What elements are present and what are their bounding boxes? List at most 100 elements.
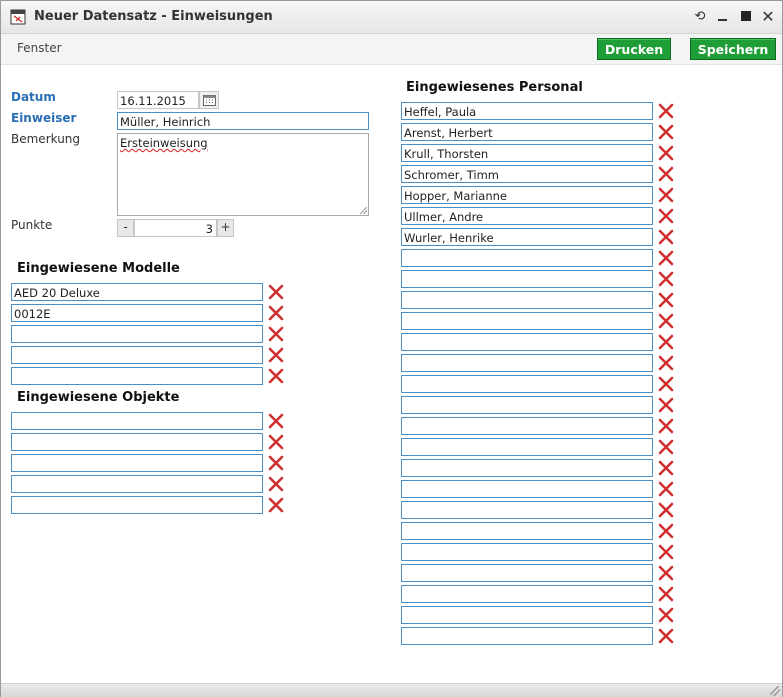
personal-field[interactable]: Schromer, Timm (401, 165, 653, 183)
delete-x-icon[interactable] (658, 376, 674, 392)
delete-x-icon[interactable] (658, 439, 674, 455)
datum-label: Datum (11, 90, 56, 104)
delete-x-icon[interactable] (658, 523, 674, 539)
personal-field[interactable] (401, 396, 653, 414)
delete-x-icon[interactable] (658, 229, 674, 245)
personal-field[interactable] (401, 249, 653, 267)
delete-x-icon[interactable] (658, 124, 674, 140)
delete-x-icon[interactable] (658, 418, 674, 434)
delete-x-icon[interactable] (658, 166, 674, 182)
delete-x-icon[interactable] (268, 434, 284, 450)
modell-field[interactable]: 0012E (11, 304, 263, 322)
delete-x-icon[interactable] (658, 628, 674, 644)
delete-x-icon[interactable] (658, 586, 674, 602)
delete-x-icon[interactable] (268, 413, 284, 429)
delete-x-icon[interactable] (268, 326, 284, 342)
delete-x-icon[interactable] (268, 368, 284, 384)
personal-field[interactable] (401, 543, 653, 561)
personal-field[interactable] (401, 480, 653, 498)
personal-field[interactable] (401, 438, 653, 456)
resize-handle[interactable] (360, 207, 367, 214)
objekt-field[interactable] (11, 475, 263, 493)
delete-x-icon[interactable] (658, 250, 674, 266)
delete-x-icon[interactable] (658, 481, 674, 497)
calendar-icon[interactable] (199, 91, 219, 109)
restore-icon[interactable]: ⟲ (691, 7, 709, 25)
einweiser-label: Einweiser (11, 111, 77, 125)
status-bar (1, 683, 782, 697)
personal-field[interactable] (401, 501, 653, 519)
datum-field[interactable]: 16.11.2015 (117, 91, 199, 109)
personal-field[interactable] (401, 522, 653, 540)
objekt-field[interactable] (11, 454, 263, 472)
modell-field[interactable]: AED 20 Deluxe (11, 283, 263, 301)
delete-x-icon[interactable] (658, 460, 674, 476)
bemerkung-text: Ersteinweisung (120, 136, 208, 150)
personal-field[interactable]: Heffel, Paula (401, 102, 653, 120)
personal-field[interactable] (401, 417, 653, 435)
delete-x-icon[interactable] (268, 497, 284, 513)
bemerkung-label: Bemerkung (11, 132, 81, 146)
personal-field[interactable]: Arenst, Herbert (401, 123, 653, 141)
einweiser-field[interactable]: Müller, Heinrich (117, 112, 369, 130)
personal-field[interactable]: Wurler, Henrike (401, 228, 653, 246)
personal-field[interactable] (401, 270, 653, 288)
punkte-increment-button[interactable]: + (217, 219, 234, 237)
minimize-icon[interactable] (713, 7, 731, 25)
punkte-field[interactable]: 3 (134, 219, 217, 237)
personal-field[interactable] (401, 606, 653, 624)
punkte-label: Punkte (11, 218, 53, 232)
bemerkung-textarea[interactable]: Ersteinweisung (117, 133, 369, 216)
personal-field[interactable] (401, 375, 653, 393)
modell-field[interactable] (11, 367, 263, 385)
objekt-field[interactable] (11, 412, 263, 430)
toolbar: Fenster Drucken Speichern (1, 34, 782, 65)
close-icon[interactable]: ✕ (759, 7, 777, 26)
delete-x-icon[interactable] (658, 271, 674, 287)
personal-heading: Eingewiesenes Personal (406, 80, 583, 95)
save-button[interactable]: Speichern (690, 38, 776, 60)
personal-field[interactable] (401, 354, 653, 372)
objekt-field[interactable] (11, 496, 263, 514)
delete-x-icon[interactable] (658, 355, 674, 371)
personal-field[interactable] (401, 564, 653, 582)
delete-x-icon[interactable] (658, 208, 674, 224)
punkte-decrement-button[interactable]: - (117, 219, 134, 237)
modell-field[interactable] (11, 346, 263, 364)
personal-field[interactable]: Krull, Thorsten (401, 144, 653, 162)
delete-x-icon[interactable] (268, 347, 284, 363)
personal-field[interactable] (401, 459, 653, 477)
menu-fenster[interactable]: Fenster (17, 41, 62, 55)
delete-x-icon[interactable] (658, 565, 674, 581)
title-bar: Neuer Datensatz - Einweisungen ⟲ ✕ (1, 1, 782, 34)
delete-x-icon[interactable] (658, 334, 674, 350)
delete-x-icon[interactable] (658, 187, 674, 203)
delete-x-icon[interactable] (658, 292, 674, 308)
personal-field[interactable] (401, 312, 653, 330)
delete-x-icon[interactable] (658, 145, 674, 161)
maximize-icon[interactable] (737, 7, 755, 25)
delete-x-icon[interactable] (658, 607, 674, 623)
print-button[interactable]: Drucken (597, 38, 671, 60)
personal-field[interactable] (401, 291, 653, 309)
modell-field[interactable] (11, 325, 263, 343)
personal-field[interactable]: Hopper, Marianne (401, 186, 653, 204)
app-window-icon (10, 9, 26, 25)
personal-field[interactable] (401, 627, 653, 645)
delete-x-icon[interactable] (268, 455, 284, 471)
delete-x-icon[interactable] (268, 284, 284, 300)
personal-field[interactable] (401, 333, 653, 351)
window-resize-grip[interactable] (770, 686, 780, 696)
delete-x-icon[interactable] (268, 476, 284, 492)
objekte-heading: Eingewiesene Objekte (17, 390, 180, 405)
delete-x-icon[interactable] (658, 397, 674, 413)
personal-field[interactable] (401, 585, 653, 603)
objekt-field[interactable] (11, 433, 263, 451)
delete-x-icon[interactable] (658, 544, 674, 560)
delete-x-icon[interactable] (658, 313, 674, 329)
delete-x-icon[interactable] (658, 103, 674, 119)
modelle-heading: Eingewiesene Modelle (17, 261, 180, 276)
delete-x-icon[interactable] (658, 502, 674, 518)
personal-field[interactable]: Ullmer, Andre (401, 207, 653, 225)
delete-x-icon[interactable] (268, 305, 284, 321)
